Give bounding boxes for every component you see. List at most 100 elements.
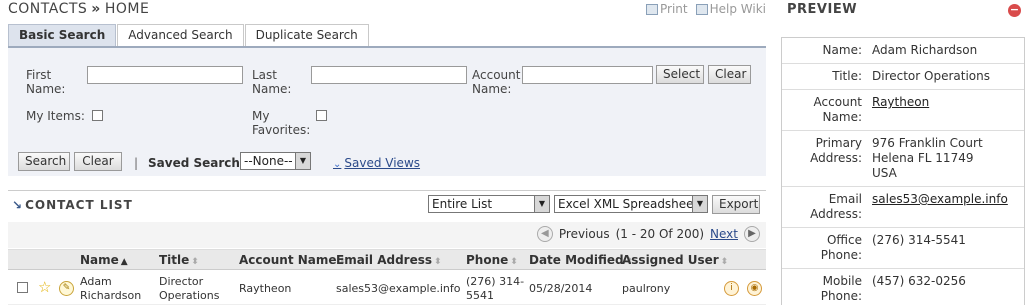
preview-value-title: Director Operations bbox=[872, 69, 990, 83]
printer-icon bbox=[646, 3, 658, 15]
previous-label: Previous bbox=[558, 227, 610, 241]
cell-phone-line-1: (276) 314- bbox=[466, 275, 525, 288]
search-button[interactable]: Search bbox=[18, 152, 70, 171]
export-scope-value: Entire List bbox=[432, 197, 493, 211]
preview-row-name: Name Adam Richardson bbox=[782, 38, 1024, 64]
preview-value-mobile-phone: (457) 632-0256 bbox=[872, 274, 966, 288]
cell-title: Director Operations bbox=[159, 275, 219, 303]
top-links: Print Help Wiki bbox=[646, 2, 766, 16]
preview-email-link[interactable]: sales53@example.info bbox=[872, 192, 1008, 207]
my-favorites-checkbox[interactable] bbox=[316, 110, 327, 121]
cell-title-line-1: Director bbox=[159, 275, 204, 288]
tab-duplicate-search[interactable]: Duplicate Search bbox=[244, 24, 369, 46]
column-title-label: Title bbox=[159, 253, 190, 267]
saved-searches-select[interactable]: --None-- ▼ bbox=[240, 152, 311, 170]
cell-account[interactable]: Raytheon bbox=[239, 282, 291, 296]
pagination-bar: ◀ Previous (1 - 20 Of 200) Next ▶ bbox=[8, 222, 766, 248]
collapse-minus-icon[interactable]: − bbox=[1008, 4, 1021, 17]
select-account-button[interactable]: Select bbox=[656, 65, 704, 84]
cell-phone: (276) 314- 5541 bbox=[466, 275, 524, 303]
column-title[interactable]: Title ⬍ bbox=[159, 253, 199, 267]
cell-name-line-1: Adam bbox=[80, 275, 112, 288]
dropdown-arrow-icon: ▼ bbox=[692, 196, 707, 212]
account-name-label: Account Name: bbox=[472, 68, 521, 96]
account-name-input[interactable] bbox=[522, 66, 653, 84]
cell-name[interactable]: Adam Richardson bbox=[80, 275, 141, 303]
dropdown-arrow-icon: ▼ bbox=[534, 196, 549, 212]
double-chevron-down-icon: ⌄ bbox=[333, 159, 342, 170]
preview-account-link[interactable]: Raytheon bbox=[872, 95, 929, 110]
column-date-label: Date Modified bbox=[529, 253, 624, 267]
print-link[interactable]: Print bbox=[646, 2, 688, 16]
contacts-main-pane: CONTACTS» HOME Print Help Wiki Basic Sear… bbox=[0, 0, 770, 305]
table-header: Name ▲ Title ⬍ Account Name ⬍ Email Address… bbox=[8, 249, 766, 270]
export-scope-select[interactable]: Entire List ▼ bbox=[428, 195, 550, 213]
column-date-modified[interactable]: Date Modified ⬍ bbox=[529, 253, 633, 267]
preview-row-address: Primary Address 976 Franklin Court Helen… bbox=[782, 131, 1024, 187]
sort-asc-icon: ▲ bbox=[120, 257, 128, 267]
my-items-checkbox[interactable] bbox=[92, 110, 103, 121]
column-account-name[interactable]: Account Name ⬍ bbox=[239, 253, 346, 267]
address-line-2: Helena FL 11749 bbox=[872, 151, 974, 165]
clear-button[interactable]: Clear bbox=[74, 152, 122, 171]
tab-advanced-search[interactable]: Advanced Search bbox=[117, 24, 244, 46]
cell-email[interactable]: sales53@example.info bbox=[336, 282, 461, 296]
favorite-star-icon[interactable]: ☆ bbox=[38, 280, 51, 295]
export-button[interactable]: Export bbox=[712, 195, 760, 214]
cell-name-line-2: Richardson bbox=[80, 289, 142, 302]
preview-value-name: Adam Richardson bbox=[872, 43, 978, 57]
column-account-label: Account Name bbox=[239, 253, 337, 267]
column-phone-label: Phone bbox=[466, 253, 509, 267]
preview-value-address: 976 Franklin Court Helena FL 11749 USA bbox=[872, 136, 983, 181]
clear-account-button[interactable]: Clear bbox=[708, 65, 751, 84]
help-wiki-link[interactable]: Help Wiki bbox=[695, 2, 766, 16]
sort-icon: ⬍ bbox=[720, 257, 729, 267]
export-format-value: Excel XML Spreadsheet bbox=[558, 197, 699, 211]
saved-searches-value: --None-- bbox=[244, 154, 293, 168]
cell-title-line-2: Operations bbox=[159, 289, 220, 302]
last-name-input[interactable] bbox=[311, 66, 467, 84]
breadcrumb-module[interactable]: CONTACTS bbox=[8, 1, 87, 17]
cell-date: 05/28/2014 bbox=[529, 282, 593, 295]
row-select-checkbox[interactable] bbox=[17, 282, 28, 293]
breadcrumb-separator: » bbox=[91, 1, 101, 17]
last-name-label: Last Name: bbox=[252, 68, 292, 96]
next-arrow-icon[interactable]: ▶ bbox=[744, 226, 760, 242]
preview-key-title: Title bbox=[782, 69, 862, 84]
column-user-label: Assigned User bbox=[622, 253, 719, 267]
breadcrumb-page: HOME bbox=[104, 1, 150, 17]
info-icon[interactable]: i bbox=[724, 281, 739, 296]
export-format-select[interactable]: Excel XML Spreadsheet ▼ bbox=[554, 195, 708, 213]
address-line-1: 976 Franklin Court bbox=[872, 136, 983, 150]
preview-key-office-phone: Office Phone bbox=[782, 233, 862, 263]
column-assigned-user[interactable]: Assigned User ⬍ bbox=[622, 253, 728, 267]
first-name-input[interactable] bbox=[87, 66, 243, 84]
edit-pencil-icon[interactable]: ✎ bbox=[59, 281, 74, 296]
next-link[interactable]: Next bbox=[710, 227, 738, 241]
contact-list-title: ↘ CONTACT LIST bbox=[12, 198, 133, 212]
preview-row-mobile-phone: Mobile Phone (457) 632-0256 bbox=[782, 269, 1024, 305]
preview-key-email: Email Address bbox=[782, 192, 862, 222]
column-name-label: Name bbox=[80, 253, 119, 267]
preview-key-account: Account Name bbox=[782, 95, 862, 125]
breadcrumb: CONTACTS» HOME bbox=[8, 1, 149, 17]
preview-row-email: Email Address sales53@example.info bbox=[782, 187, 1024, 228]
preview-row-office-phone: Office Phone (276) 314-5541 bbox=[782, 228, 1024, 269]
preview-title: PREVIEW bbox=[787, 2, 858, 17]
previous-arrow-icon[interactable]: ◀ bbox=[536, 226, 553, 242]
sort-icon: ⬍ bbox=[191, 257, 199, 267]
preview-row-account: Account Name Raytheon bbox=[782, 90, 1024, 131]
my-items-label: My Items: bbox=[26, 109, 85, 123]
column-email[interactable]: Email Address ⬍ bbox=[336, 253, 442, 267]
preview-key-name: Name bbox=[782, 43, 862, 58]
preview-pane: PREVIEW − Name Adam Richardson Title Dir… bbox=[781, 0, 1029, 305]
preview-eye-icon[interactable]: ◉ bbox=[747, 281, 762, 296]
print-label: Print bbox=[660, 2, 688, 16]
saved-views-link[interactable]: ⌄ Saved Views bbox=[333, 156, 420, 170]
column-name[interactable]: Name ▲ bbox=[80, 253, 128, 267]
table-row[interactable]: ☆ ✎ Adam Richardson Director Operations Ra… bbox=[8, 270, 766, 305]
column-phone[interactable]: Phone ⬍ bbox=[466, 253, 518, 267]
preview-row-title: Title Director Operations bbox=[782, 64, 1024, 90]
dropdown-arrow-icon: ▼ bbox=[295, 153, 310, 169]
tab-basic-search[interactable]: Basic Search bbox=[8, 24, 117, 46]
